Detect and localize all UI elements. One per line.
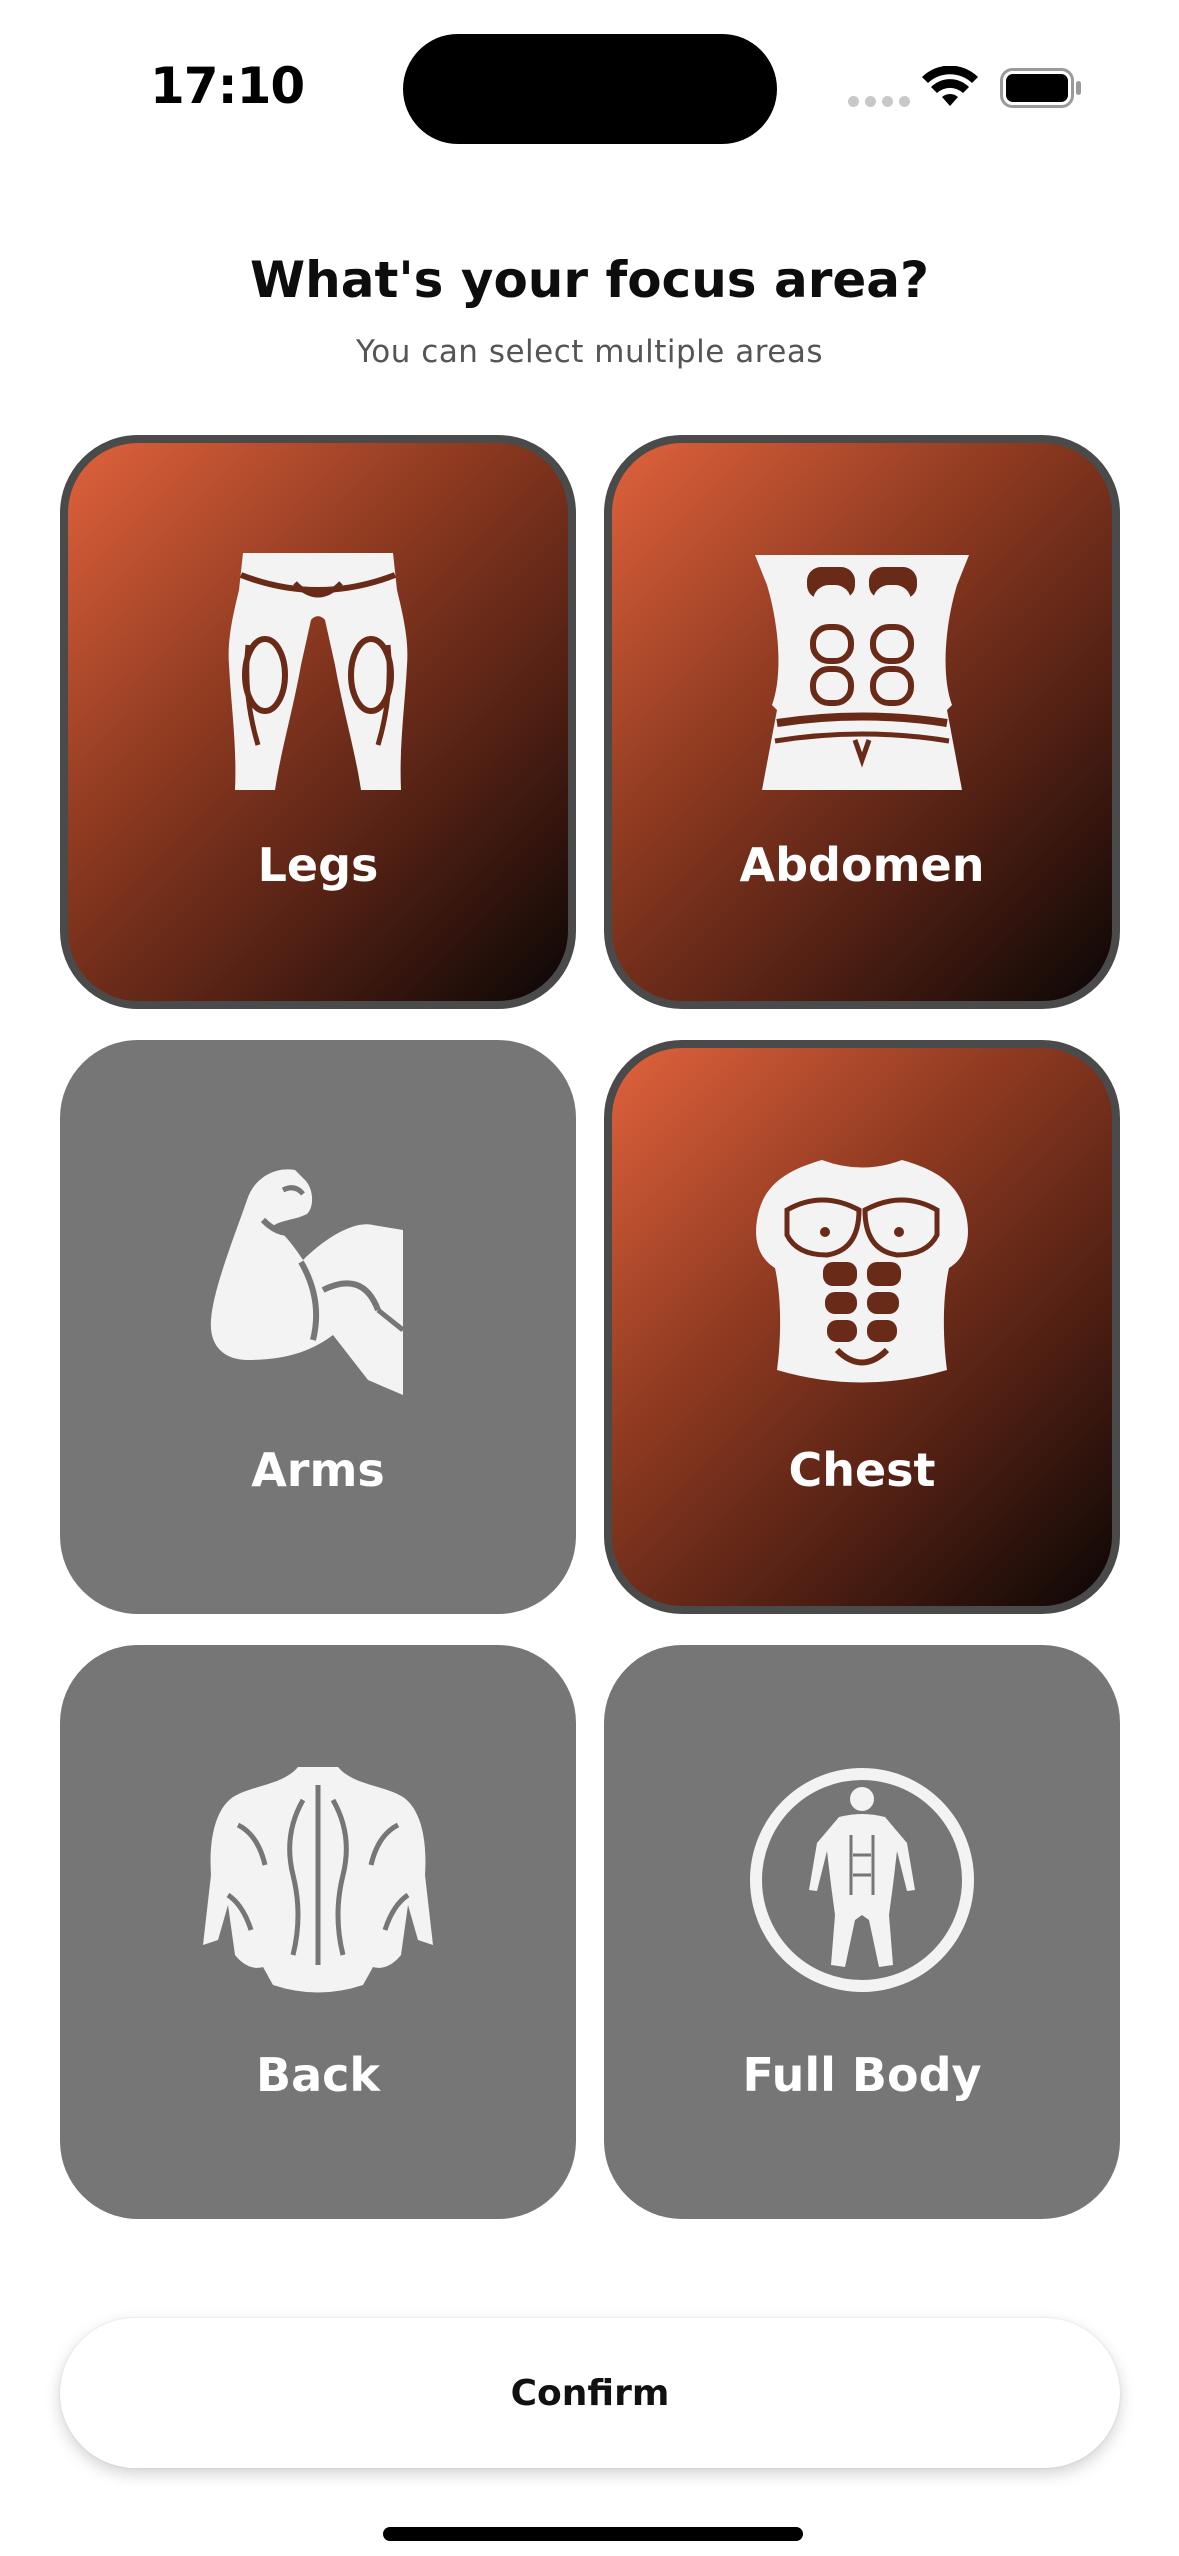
focus-card-label: Back [256, 2048, 380, 2102]
focus-card-label: Arms [251, 1443, 385, 1497]
focus-card-label: Full Body [742, 2048, 982, 2102]
home-indicator[interactable] [383, 2527, 803, 2541]
flexed-arm-icon [210, 1169, 405, 1395]
focus-card-arms[interactable]: Arms [60, 1040, 576, 1614]
page-subtitle: You can select multiple areas [355, 334, 823, 370]
back-muscles-icon [203, 1767, 433, 1993]
focus-card-label: Legs [257, 838, 379, 892]
chest-torso-icon [756, 1160, 968, 1383]
page-title: What's your focus area? [249, 251, 930, 309]
wifi-icon [922, 66, 978, 106]
focus-card-legs[interactable]: Legs [60, 435, 576, 1009]
status-time: 17:10 [150, 57, 305, 115]
full-body-icon [750, 1768, 974, 1992]
legs-icon [228, 553, 408, 790]
focus-card-label: Abdomen [739, 838, 985, 892]
battery-icon [1000, 68, 1081, 108]
focus-card-abdomen[interactable]: Abdomen [604, 435, 1120, 1009]
abdomen-icon [755, 555, 969, 790]
focus-card-back[interactable]: Back [60, 1645, 576, 2219]
focus-card-full-body[interactable]: Full Body [604, 1645, 1120, 2219]
focus-card-label: Chest [788, 1443, 936, 1497]
confirm-button[interactable]: Confirm [60, 2318, 1120, 2468]
cellular-signal-icon [848, 96, 910, 107]
focus-card-chest[interactable]: Chest [604, 1040, 1120, 1614]
dynamic-island [403, 34, 777, 144]
